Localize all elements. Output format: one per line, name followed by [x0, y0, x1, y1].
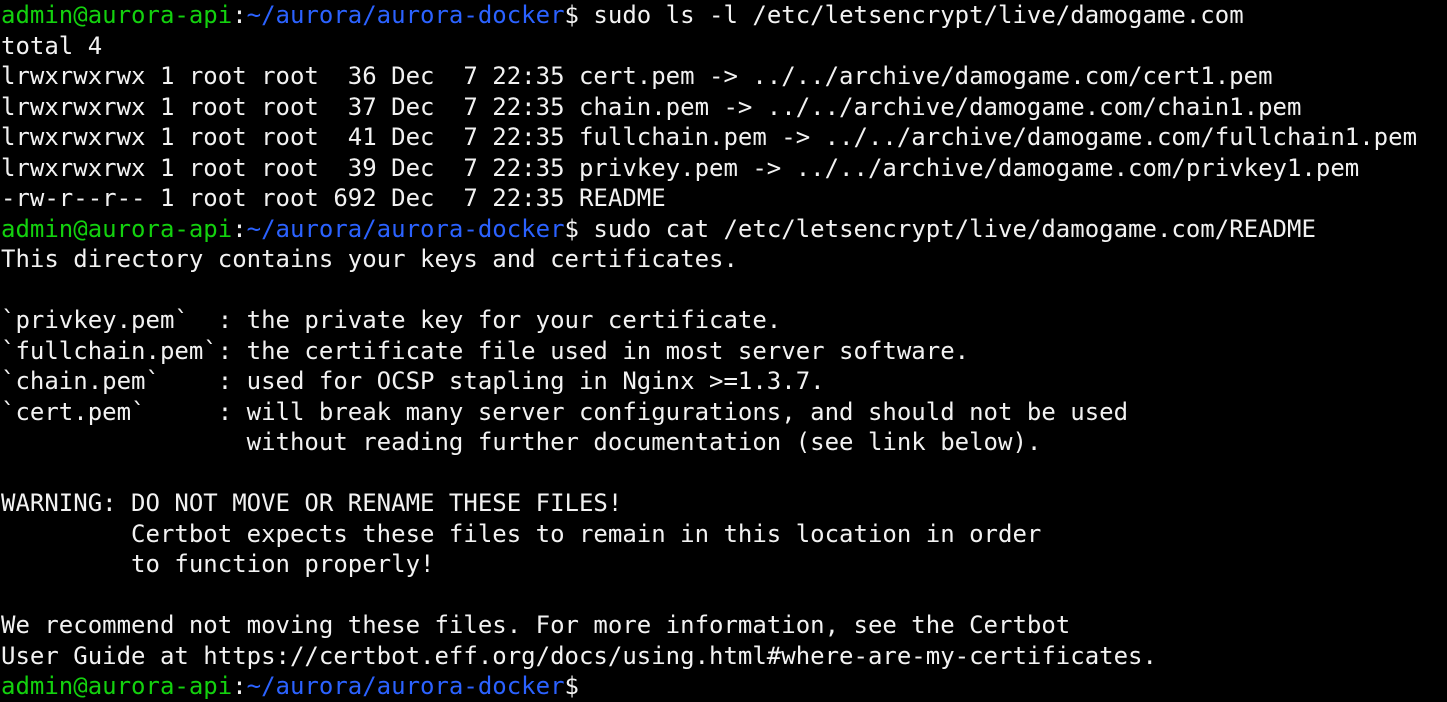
prompt-separator: :: [232, 1, 247, 29]
prompt-user-host: admin@aurora-api: [1, 1, 233, 29]
output-line: WARNING: DO NOT MOVE OR RENAME THESE FIL…: [1, 489, 623, 517]
prompt-symbol: $: [564, 214, 579, 243]
prompt-path: ~/aurora/aurora-docker: [246, 672, 565, 700]
prompt-separator: :: [232, 672, 247, 700]
prompt-path: ~/aurora/aurora-docker: [246, 1, 565, 29]
output-line: without reading further documentation (s…: [1, 428, 1042, 456]
prompt-symbol: $: [564, 1, 579, 29]
output-line: lrwxrwxrwx 1 root root 37 Dec 7 22:35 ch…: [1, 92, 1302, 121]
prompt-line: admin@aurora-api:~/aurora/aurora-docker$…: [1, 214, 1447, 245]
output-line: `cert.pem` : will break many server conf…: [1, 397, 1129, 426]
output-line: lrwxrwxrwx 1 root root 41 Dec 7 22:35 fu…: [1, 123, 1418, 151]
command-text: sudo ls -l /etc/letsencrypt/live/damogam…: [578, 1, 1244, 29]
active-prompt-line[interactable]: admin@aurora-api:~/aurora/aurora-docker$: [1, 671, 1447, 702]
output-line: lrwxrwxrwx 1 root root 36 Dec 7 22:35 ce…: [1, 62, 1273, 90]
prompt-line: admin@aurora-api:~/aurora/aurora-docker$…: [1, 0, 1447, 31]
output-line: `chain.pem` : used for OCSP stapling in …: [1, 367, 825, 395]
prompt-user-host: admin@aurora-api: [1, 214, 233, 243]
prompt-symbol: $: [564, 672, 579, 700]
prompt-path: ~/aurora/aurora-docker: [246, 214, 565, 243]
output-line: `privkey.pem` : the private key for your…: [1, 306, 782, 334]
prompt-separator: :: [232, 214, 247, 243]
output-line: total 4: [1, 31, 103, 60]
cursor: [579, 675, 591, 699]
output-line: -rw-r--r-- 1 root root 692 Dec 7 22:35 R…: [1, 184, 666, 212]
output-line: User Guide at https://certbot.eff.org/do…: [1, 641, 1157, 670]
prompt-user-host: admin@aurora-api: [1, 672, 233, 700]
output-line: `fullchain.pem`: the certificate file us…: [1, 336, 970, 365]
output-line: to function properly!: [1, 550, 435, 578]
output-line: lrwxrwxrwx 1 root root 39 Dec 7 22:35 pr…: [1, 153, 1360, 182]
output-line: This directory contains your keys and ce…: [1, 245, 738, 273]
terminal-window[interactable]: admin@aurora-api:~/aurora/aurora-docker$…: [0, 0, 1447, 702]
command-text: sudo cat /etc/letsencrypt/live/damogame.…: [578, 214, 1316, 243]
output-line: We recommend not moving these files. For…: [1, 611, 1071, 639]
output-line: Certbot expects these files to remain in…: [1, 519, 1042, 548]
